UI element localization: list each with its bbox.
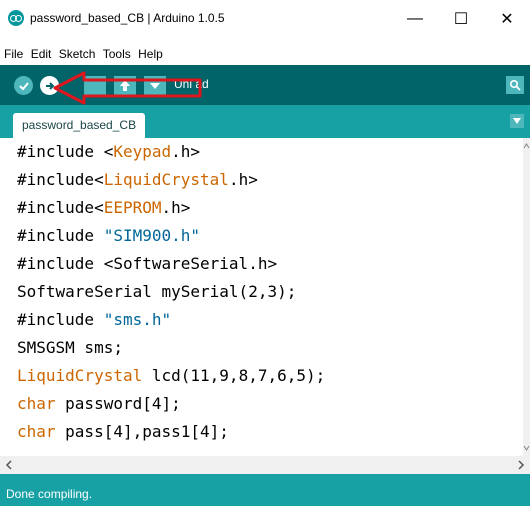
code-token: #include <SoftwareSerial.h> [17,254,278,273]
horizontal-scrollbar[interactable] [0,456,530,474]
scroll-right-icon[interactable] [516,456,526,474]
code-token: char [17,394,56,413]
tab-menu-button[interactable] [510,114,524,128]
code-line: char password[4]; [17,394,181,413]
code-token: #include [17,142,104,161]
code-token: "sms.h" [103,310,172,329]
code-token: #include [17,310,104,329]
code-token: < [103,142,114,161]
code-token: #include [17,226,104,245]
code-token: LiquidCrystal [17,366,143,385]
code-token: lcd(11,9,8,7,6,5); [142,366,326,385]
code-line: SoftwareSerial mySerial(2,3); [17,282,296,301]
code-token: SoftwareSerial mySerial(2,3); [17,282,297,301]
code-line: #include<EEPROM.h> [17,198,190,217]
status-message: Done compiling. [6,487,93,501]
vertical-scrollbar[interactable] [523,138,530,456]
tab-password-based-cb[interactable]: password_based_CB [13,113,146,138]
code-token: EEPROM [103,198,162,217]
code-token: LiquidCrystal [103,170,229,189]
code-token: "SIM900.h" [103,226,201,245]
triangle-down-icon [513,118,521,124]
code-line: SMSGSM sms; [17,338,123,357]
code-editor[interactable]: #include <Keypad.h> #include<LiquidCrysta… [0,138,523,456]
code-token: pass[4],pass1[4]; [55,422,229,441]
code-token: .h> [161,198,191,217]
scroll-up-icon[interactable] [523,141,530,151]
scroll-down-icon[interactable] [523,443,530,453]
status-bar: Done compiling. [0,474,530,506]
code-token: char [17,422,56,441]
code-line: #include "SIM900.h" [17,226,200,245]
scroll-left-icon[interactable] [4,456,14,474]
code-token: Keypad [113,142,172,161]
code-line: #include<LiquidCrystal.h> [17,170,258,189]
code-token: .h> [228,170,258,189]
code-token: SMSGSM sms; [17,338,123,357]
code-token: password[4]; [55,394,181,413]
code-token: #include< [17,198,104,217]
code-line: LiquidCrystal lcd(11,9,8,7,6,5); [17,366,325,385]
code-line: #include <SoftwareSerial.h> [17,254,277,273]
code-token: #include< [17,170,104,189]
tab-strip: password_based_CB [0,105,530,138]
code-line: #include "sms.h" [17,310,171,329]
code-line: #include <Keypad.h> [17,142,200,161]
code-token: .h> [171,142,201,161]
code-line: char pass[4],pass1[4]; [17,422,229,441]
